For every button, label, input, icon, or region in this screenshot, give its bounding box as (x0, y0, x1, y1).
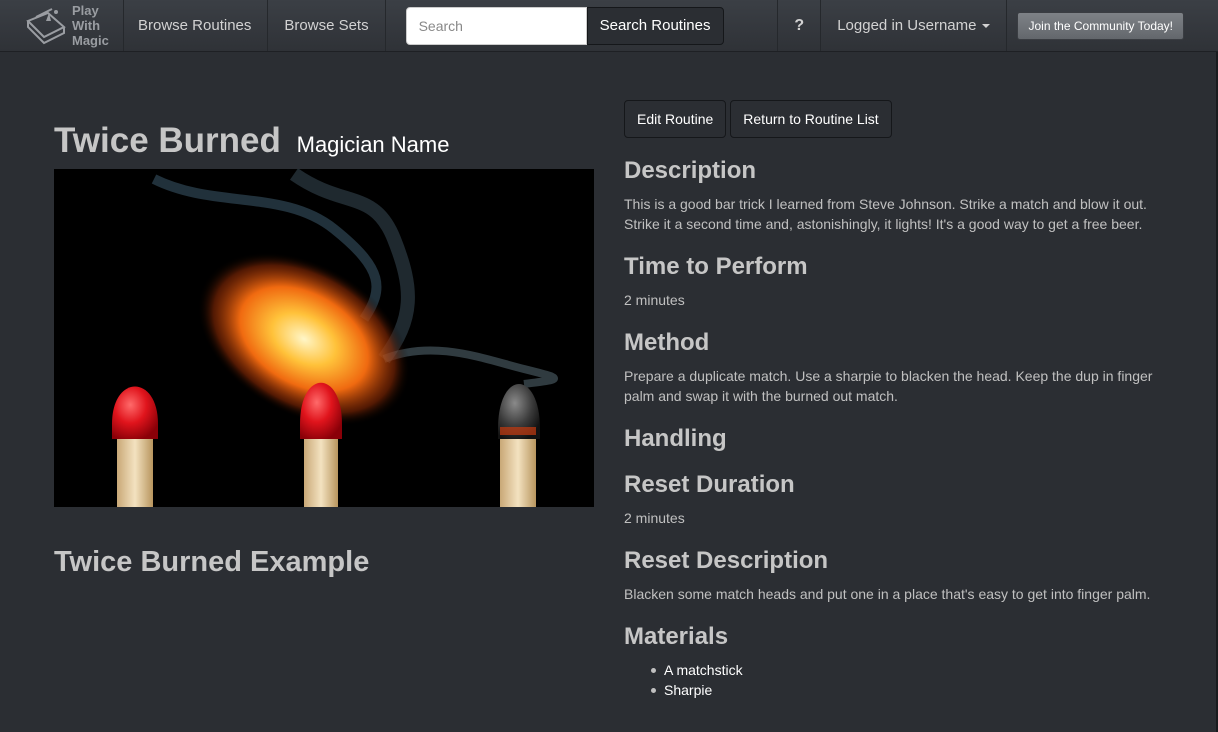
routine-title-text: Twice Burned (54, 121, 281, 160)
join-wrap: Join the Community Today! (1007, 0, 1218, 51)
user-menu-label: Logged in Username (837, 17, 977, 34)
method-text: Prepare a duplicate match. Use a sharpie… (624, 366, 1184, 406)
reset-description-heading: Reset Description (624, 547, 829, 574)
description-line: This is a good bar trick I learned from … (624, 196, 1147, 212)
list-item: Sharpie (651, 680, 743, 700)
brand-name: Play With Magic (72, 3, 109, 48)
time-heading: Time to Perform (624, 253, 808, 280)
join-community-button[interactable]: Join the Community Today! (1017, 11, 1184, 40)
description-heading: Description (624, 157, 757, 184)
burning-matches-image (54, 169, 594, 507)
materials-list: A matchstick Sharpie (651, 660, 743, 700)
method-line: Prepare a duplicate match. Use a sharpie… (624, 368, 1153, 384)
search-routines-button[interactable]: Search Routines (586, 6, 724, 45)
description-text: This is a good bar trick I learned from … (624, 194, 1184, 234)
routine-actions: Edit Routine Return to Routine List (624, 100, 892, 138)
help-link[interactable]: ? (777, 0, 822, 51)
nav-right: ? Logged in Username Join the Community … (777, 0, 1218, 51)
routine-title: Twice Burned Magician Name (54, 121, 449, 161)
description-line: Strike it a second time and, astonishing… (624, 216, 1143, 232)
nav-browse-routines[interactable]: Browse Routines (124, 0, 269, 51)
reset-description-text: Blacken some match heads and put one in … (624, 586, 1151, 602)
nav-browse-sets[interactable]: Browse Sets (268, 0, 386, 51)
materials-heading: Materials (624, 623, 729, 650)
brand-line: Play (72, 3, 99, 18)
handling-heading: Handling (624, 425, 727, 452)
magic-book-icon (26, 7, 66, 44)
example-title: Twice Burned Example (54, 546, 370, 578)
magician-name: Magician Name (296, 132, 450, 157)
method-heading: Method (624, 329, 710, 356)
return-to-list-button[interactable]: Return to Routine List (730, 100, 892, 138)
search-form: Search Routines (405, 0, 724, 51)
edit-routine-button[interactable]: Edit Routine (624, 100, 727, 138)
routine-image (54, 169, 594, 507)
caret-down-icon (982, 23, 991, 28)
list-item: A matchstick (651, 662, 743, 678)
user-menu[interactable]: Logged in Username (821, 0, 1008, 51)
brand-line: Magic (72, 33, 109, 48)
brand-logo-link[interactable]: Play With Magic (0, 0, 124, 51)
brand-line: With (72, 18, 101, 33)
reset-duration-text: 2 minutes (624, 510, 685, 526)
reset-duration-heading: Reset Duration (624, 471, 795, 498)
time-text: 2 minutes (624, 292, 685, 308)
method-line: palm and swap it with the burned out mat… (624, 388, 898, 404)
search-input[interactable] (405, 6, 587, 45)
navbar: Play With Magic Browse Routines Browse S… (0, 0, 1218, 52)
